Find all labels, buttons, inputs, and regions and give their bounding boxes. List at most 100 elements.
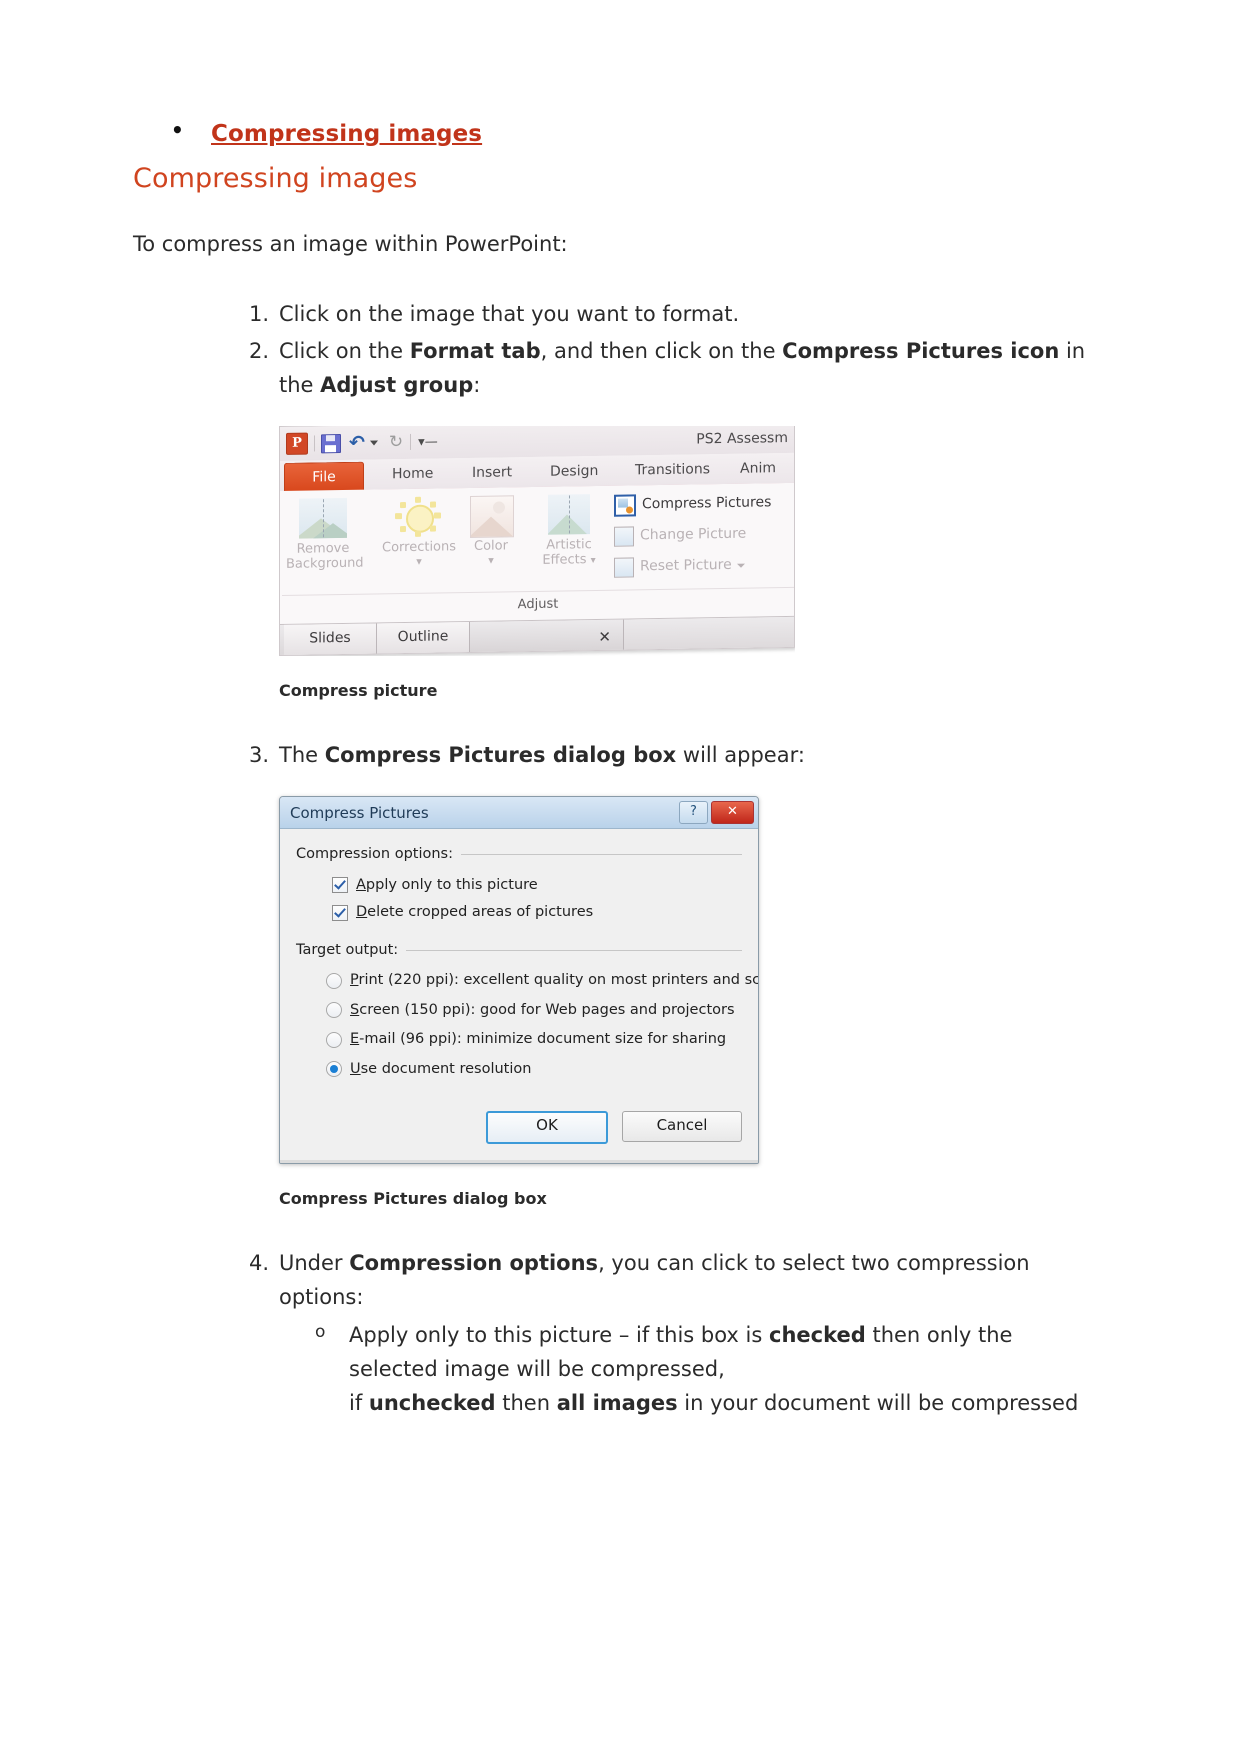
checkbox-delete-cropped-label: Delete cropped areas of pictures — [356, 904, 594, 921]
checkbox-icon-checked[interactable] — [332, 877, 348, 894]
section-rule-2 — [406, 949, 742, 951]
ribbon-tab-file[interactable]: File — [284, 461, 364, 493]
radio-icon-selected[interactable] — [326, 1061, 342, 1078]
radio-icon[interactable] — [326, 1002, 342, 1019]
step-2-frag-1: Format tab — [409, 339, 541, 364]
radio-screen-rest: creen (150 ppi): good for Web pages and … — [359, 1001, 735, 1018]
step-2-text: Click on the Format tab, and then click … — [279, 339, 1085, 397]
corrections-button[interactable]: Corrections ▾ — [382, 491, 456, 570]
radio-email-96ppi[interactable]: E-mail (96 ppi): minimize document size … — [326, 1028, 742, 1051]
powerpoint-logo-icon: P — [286, 432, 308, 456]
undo-dropdown-icon[interactable] — [369, 440, 378, 446]
checkbox-delete-cropped-rest: elete cropped areas of pictures — [367, 904, 594, 921]
sub-frag-0: Apply only to this picture – if this box… — [349, 1323, 769, 1348]
save-icon[interactable] — [321, 433, 341, 454]
radio-print-220ppi[interactable]: Print (220 ppi): excellent quality on mo… — [326, 969, 758, 992]
artistic-effects-button[interactable]: Artistic Effects ▾ — [530, 488, 608, 569]
reset-picture-command[interactable]: Reset Picture — [614, 549, 795, 583]
close-icon[interactable]: ✕ — [598, 625, 611, 649]
close-icon[interactable]: ✕ — [711, 801, 754, 825]
radio-screen-label: Screen (150 ppi): good for Web pages and… — [350, 1001, 735, 1018]
remove-background-label-2: Background — [286, 555, 364, 573]
step-3-text: The Compress Pictures dialog box will ap… — [279, 743, 805, 767]
artistic-effects-label-2: Effects ▾ — [542, 552, 596, 569]
radio-use-document-resolution[interactable]: Use document resolution — [326, 1058, 742, 1081]
ok-button[interactable]: OK — [486, 1111, 608, 1145]
sub-frag-7: all images — [556, 1391, 678, 1416]
figure-powerpoint-ribbon: P ↶ ↻ ▾— PS2 Assessm File Home Insert De… — [279, 426, 1106, 704]
change-picture-icon — [614, 526, 634, 547]
checkbox-delete-cropped-areas[interactable]: Delete cropped areas of pictures — [332, 901, 742, 924]
page-subheading: Compressing images — [133, 162, 418, 194]
adjust-group: Remove Background Corrections ▾ Color ▾ … — [282, 483, 795, 620]
checkbox-apply-only-to-this-picture[interactable]: Apply only to this picture — [332, 874, 742, 897]
change-picture-label: Change Picture — [640, 526, 747, 544]
ribbon-tab-design[interactable]: Design — [550, 458, 598, 486]
document-page: Compressing images Compressing images To… — [0, 0, 1241, 1754]
sub-frag-4: if — [349, 1391, 369, 1416]
step-3-number: 3. — [248, 743, 269, 768]
step-2-number: 2. — [248, 339, 269, 364]
figure2-caption: Compress Pictures dialog box — [279, 1189, 547, 1209]
pane-tab-slides[interactable]: Slides — [284, 623, 377, 656]
change-picture-command[interactable]: Change Picture — [614, 518, 795, 552]
sub-frag-6: then — [495, 1391, 557, 1416]
compress-pictures-command[interactable]: Compress Pictures — [614, 487, 795, 521]
artistic-effects-icon — [548, 494, 590, 536]
sub-frag-8: in your document will be compressed — [677, 1391, 1079, 1416]
compression-options-section-label: Compression options: — [296, 843, 742, 866]
step-4: 4. Under Compression options, you can cl… — [249, 1246, 1106, 1420]
reset-picture-dropdown-icon[interactable] — [736, 563, 745, 568]
redo-icon[interactable]: ↻ — [389, 432, 403, 452]
radio-screen-150ppi[interactable]: Screen (150 ppi): good for Web pages and… — [326, 999, 742, 1022]
step-1: 1. Click on the image that you want to f… — [249, 297, 1106, 331]
dialog-bottom-edge — [280, 1160, 758, 1164]
step-4-frag-1: Compression options — [349, 1251, 599, 1276]
radio-icon[interactable] — [326, 972, 342, 989]
qat-divider-1 — [314, 435, 315, 452]
instruction-steps: 1. Click on the image that you want to f… — [133, 297, 1106, 1420]
sub-option-list: o Apply only to this picture – if this b… — [279, 1318, 1106, 1420]
step-3-frag-0: The — [279, 743, 325, 768]
ribbon-tab-animations[interactable]: Anim — [740, 456, 776, 484]
compressing-images-link[interactable]: Compressing images — [211, 121, 482, 147]
bulleted-heading-item: Compressing images — [133, 118, 1106, 149]
dialog-title-bar: Compress Pictures ? ✕ — [280, 797, 758, 830]
remove-background-button[interactable]: Remove Background — [286, 492, 364, 573]
step-1-number: 1. — [248, 302, 269, 327]
step-2-frag-3: Compress Pictures icon — [782, 339, 1060, 364]
step-2-frag-2: , and then click on the — [540, 339, 783, 364]
radio-icon[interactable] — [326, 1031, 342, 1048]
undo-icon[interactable]: ↶ — [349, 431, 365, 453]
reset-picture-icon — [614, 557, 634, 578]
color-button[interactable]: Color ▾ — [460, 490, 522, 569]
ribbon-tab-home[interactable]: Home — [392, 461, 433, 489]
corrections-icon — [395, 497, 443, 538]
cancel-button[interactable]: Cancel — [622, 1111, 742, 1143]
ribbon-tab-insert[interactable]: Insert — [472, 460, 512, 488]
figure1-caption: Compress picture — [279, 681, 438, 701]
pane-tab-outline[interactable]: Outline — [377, 622, 470, 654]
target-output-label-text: Target output: — [296, 941, 399, 958]
step-3-frag-1: Compress Pictures dialog box — [324, 743, 677, 768]
step-4-text: Under Compression options, you can click… — [279, 1251, 1030, 1309]
color-dropdown-icon[interactable]: ▾ — [460, 554, 522, 568]
step-2-frag-5: Adjust group — [320, 373, 474, 398]
artistic-effects-dropdown-icon[interactable]: ▾ — [591, 555, 596, 566]
checkbox-apply-only-label: Apply only to this picture — [356, 876, 538, 893]
corrections-dropdown-icon[interactable]: ▾ — [382, 555, 456, 569]
customize-quick-access-icon[interactable]: ▾— — [418, 434, 438, 449]
compression-options-label-text: Compression options: — [296, 846, 453, 863]
compress-pictures-icon — [614, 494, 636, 517]
checkbox-apply-only-rest: pply only to this picture — [365, 876, 538, 893]
checkbox-icon-checked[interactable] — [332, 904, 348, 921]
bulleted-heading-list: Compressing images — [133, 118, 1106, 149]
help-icon[interactable]: ? — [679, 801, 708, 825]
sub-option-bullet: o — [315, 1322, 326, 1343]
radio-use-doc-rest: se document resolution — [360, 1060, 532, 1077]
dialog-title: Compress Pictures — [290, 803, 429, 822]
sub-option-apply-only: o Apply only to this picture – if this b… — [315, 1318, 1106, 1420]
color-icon — [470, 495, 514, 539]
ribbon-body: Remove Background Corrections ▾ Color ▾ … — [280, 483, 795, 656]
ribbon-tab-transitions[interactable]: Transitions — [635, 457, 710, 485]
